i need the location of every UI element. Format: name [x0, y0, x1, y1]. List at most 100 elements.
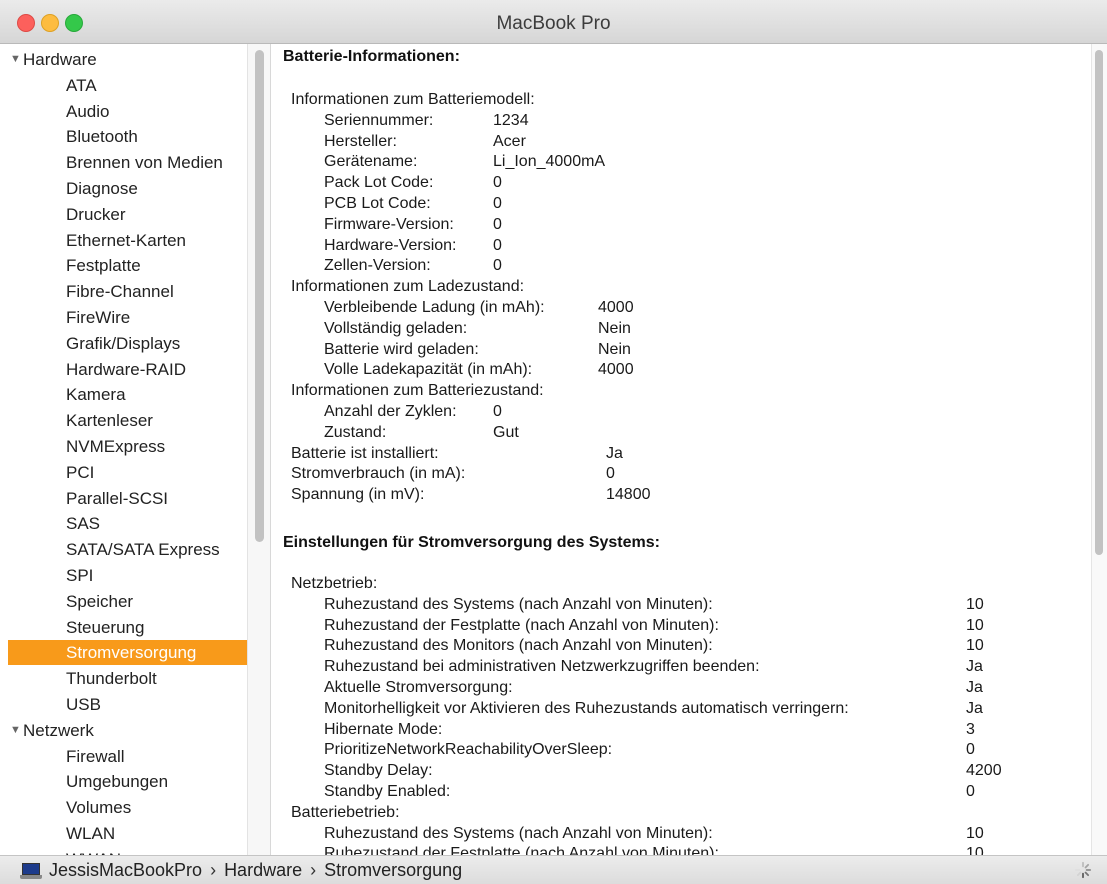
property-label: Gerätename: — [324, 153, 418, 171]
sidebar-item-hardware-raid[interactable]: Hardware-RAID — [0, 357, 247, 382]
sidebar-item-wwan[interactable]: WWAN — [0, 847, 247, 855]
property-label: Ruhezustand des Systems (nach Anzahl von… — [324, 824, 713, 842]
sidebar-item-umgebungen[interactable]: Umgebungen — [0, 769, 247, 794]
breadcrumb-item[interactable]: Stromversorgung — [324, 860, 462, 880]
property-value: Ja — [966, 699, 983, 717]
sidebar-item-usb[interactable]: USB — [0, 692, 247, 717]
property-label: Informationen zum Batteriezustand: — [291, 382, 544, 400]
property-value: 0 — [493, 236, 502, 254]
sidebar-item-volumes[interactable]: Volumes — [0, 795, 247, 820]
property-label: Verbleibende Ladung (in mAh): — [324, 299, 545, 316]
category-label: Netzwerk — [23, 720, 94, 740]
sidebar-item-thunderbolt[interactable]: Thunderbolt — [0, 666, 247, 691]
sidebar-category-network[interactable]: ▼ Netzwerk — [0, 718, 247, 743]
sidebar-item-brennen-von-medien[interactable]: Brennen von Medien — [0, 150, 247, 175]
property-label: Pack Lot Code: — [324, 174, 434, 192]
property-label: Vollständig geladen: — [324, 319, 468, 337]
sidebar-item-kartenleser[interactable]: Kartenleser — [0, 408, 247, 433]
sidebar-item-sata-sata-express[interactable]: SATA/SATA Express — [0, 537, 247, 562]
property-label: Zellen-Version: — [324, 257, 431, 275]
property-value: 4000 — [598, 299, 634, 316]
sidebar-item-wlan[interactable]: WLAN — [0, 821, 247, 846]
property-label: Stromverbrauch (in mA): — [291, 465, 466, 483]
activity-spinner-icon — [1074, 861, 1092, 879]
breadcrumb: JessisMacBookPro › Hardware › Stromversorgun… — [20, 860, 462, 881]
breadcrumb-computer[interactable]: JessisMacBookPro — [49, 860, 202, 880]
sidebar-category-hardware[interactable]: ▼ Hardware — [0, 47, 247, 72]
disclosure-triangle-icon[interactable]: ▼ — [10, 47, 21, 72]
property-label: Netzbetrieb: — [291, 575, 378, 592]
property-label: Ruhezustand der Festplatte (nach Anzahl … — [324, 616, 719, 634]
property-value: Nein — [598, 319, 631, 337]
property-label: Anzahl der Zyklen: — [324, 403, 457, 420]
property-label: Batteriebetrieb: — [291, 803, 400, 821]
sidebar-item-grafik-displays[interactable]: Grafik/Displays — [0, 331, 247, 356]
breadcrumb-separator: › — [310, 860, 317, 880]
sidebar-item-firewire[interactable]: FireWire — [0, 305, 247, 330]
detail-scrollbar[interactable] — [1091, 44, 1107, 855]
sidebar-item-kamera[interactable]: Kamera — [0, 382, 247, 407]
sidebar-item-steuerung[interactable]: Steuerung — [0, 615, 247, 640]
property-value: 0 — [493, 215, 502, 233]
property-label: Ruhezustand des Monitors (nach Anzahl vo… — [324, 637, 713, 655]
property-value: 10 — [966, 637, 984, 655]
property-value: Ja — [966, 679, 983, 696]
sidebar-item-nvmexpress[interactable]: NVMExpress — [0, 434, 247, 459]
path-bar: JessisMacBookPro › Hardware › Stromversorgun… — [0, 855, 1107, 884]
sidebar-item-spi[interactable]: SPI — [0, 563, 247, 588]
property-value: 10 — [966, 595, 984, 613]
sidebar-scrollbar-thumb[interactable] — [255, 50, 264, 542]
sidebar-item-speicher[interactable]: Speicher — [0, 589, 247, 614]
sidebar-item-fibre-channel[interactable]: Fibre-Channel — [0, 279, 247, 304]
sidebar-item-pci[interactable]: PCI — [0, 460, 247, 485]
sidebar-item-ethernet-karten[interactable]: Ethernet-Karten — [0, 228, 247, 253]
detail-scrollbar-thumb[interactable] — [1095, 50, 1103, 555]
sidebar-item-firewall[interactable]: Firewall — [0, 744, 247, 769]
property-value: 1234 — [493, 111, 529, 129]
sidebar-item-parallel-scsi[interactable]: Parallel-SCSI — [0, 486, 247, 511]
disclosure-triangle-icon[interactable]: ▼ — [10, 718, 21, 743]
property-value: Nein — [598, 340, 631, 358]
sidebar-item-audio[interactable]: Audio — [0, 99, 247, 124]
breadcrumb-section[interactable]: Hardware — [224, 860, 302, 880]
property-label: Ruhezustand des Systems (nach Anzahl von… — [324, 595, 713, 613]
sidebar-item-stromversorgung[interactable]: Stromversorgung — [8, 640, 247, 666]
property-label: Informationen zum Ladezustand: — [291, 278, 525, 296]
property-label: Volle Ladekapazität (in mAh): — [324, 361, 533, 379]
property-label: Informationen zum Batteriemodell: — [291, 91, 535, 108]
sidebar-item-ata[interactable]: ATA — [0, 73, 247, 98]
property-label: Standby Enabled: — [324, 783, 451, 800]
property-value: 14800 — [606, 486, 651, 504]
property-label: Batterie wird geladen: — [324, 340, 479, 358]
breadcrumb-separator: › — [210, 860, 217, 880]
window-title: MacBook Pro — [496, 13, 611, 34]
property-label: Hibernate Mode: — [324, 720, 443, 738]
sidebar-item-festplatte[interactable]: Festplatte — [0, 253, 247, 278]
property-label: Spannung (in mV): — [291, 486, 425, 504]
property-value: 10 — [966, 616, 984, 634]
property-value: Acer — [493, 132, 526, 150]
sidebar-item-sas[interactable]: SAS — [0, 511, 247, 536]
sidebar-item-drucker[interactable]: Drucker — [0, 202, 247, 227]
property-label: Zustand: — [324, 423, 387, 441]
property-label: PrioritizeNetworkReachabilityOverSleep: — [324, 741, 613, 759]
property-value: Ja — [606, 444, 623, 462]
sidebar: ▼ Hardware ATA Audio Bluetooth Brennen von Me… — [0, 44, 247, 855]
property-value: 0 — [493, 174, 502, 192]
system-information-window: MacBook Pro ▼ Hardware ATA Audio Bluetooth Br… — [0, 0, 1107, 884]
section-heading-battery: Batterie-Informationen: — [283, 48, 460, 65]
property-label: Ruhezustand der Festplatte (nach Anzahl … — [324, 845, 719, 855]
property-label: Batterie ist installiert: — [291, 444, 439, 462]
property-value: 0 — [493, 403, 502, 420]
section-heading-power-settings: Einstellungen für Stromversorgung des Sy… — [283, 534, 660, 551]
sidebar-scrollbar[interactable] — [247, 44, 271, 855]
property-label: Aktuelle Stromversorgung: — [324, 679, 513, 696]
sidebar-item-diagnose[interactable]: Diagnose — [0, 176, 247, 201]
laptop-icon — [20, 863, 42, 879]
sidebar-item-bluetooth[interactable]: Bluetooth — [0, 124, 247, 149]
property-value: 0 — [493, 257, 502, 275]
title-bar: MacBook Pro — [0, 0, 1107, 44]
property-value: 0 — [966, 783, 975, 800]
property-value: Gut — [493, 423, 519, 441]
property-value: Ja — [966, 658, 983, 676]
